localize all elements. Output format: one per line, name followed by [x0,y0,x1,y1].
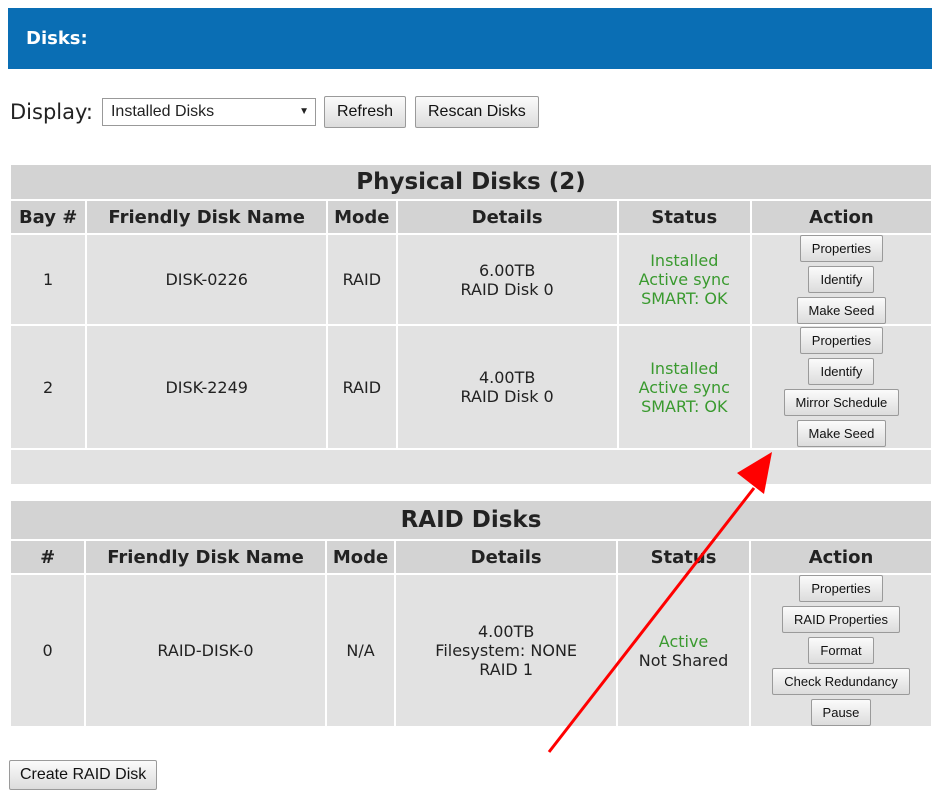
format-button[interactable]: Format [808,637,874,664]
raid-filesystem: Filesystem: NONE [435,641,578,660]
status-smart: SMART: OK [641,289,728,308]
display-select[interactable]: Installed Disks ▼ [101,98,316,126]
raid-details: 4.00TB Filesystem: NONE RAID 1 [396,575,617,726]
properties-button[interactable]: Properties [799,575,883,602]
check-redundancy-button[interactable]: Check Redundancy [772,668,910,695]
col-header-action: Action [750,541,931,573]
disk-actions: Properties Identify Mirror Schedule Make… [751,326,931,448]
disk-details: 4.00TB RAID Disk 0 [397,326,617,448]
disk-name: DISK-2249 [87,326,327,448]
chevron-down-icon: ▼ [299,106,309,117]
spacer-cell [11,450,931,484]
bay-number: 2 [11,326,86,448]
col-header-name: Friendly Disk Name [86,541,325,573]
identify-button[interactable]: Identify [808,266,875,293]
col-header-mode: Mode [326,541,395,573]
col-header-status: Status [618,541,749,573]
disk-raid-member: RAID Disk 0 [460,387,554,406]
disk-actions: Properties Identify Make Seed [751,235,931,324]
table-row: 1 DISK-0226 RAID 6.00TB RAID Disk 0 Inst… [11,235,931,324]
disk-details: 6.00TB RAID Disk 0 [397,235,617,324]
disk-raid-member: RAID Disk 0 [460,279,554,299]
table-row: 0 RAID-DISK-0 N/A 4.00TB Filesystem: NON… [11,575,931,726]
raid-name: RAID-DISK-0 [86,575,325,726]
table-spacer [11,450,931,484]
rescan-disks-button[interactable]: Rescan Disks [415,96,539,128]
col-header-bay: Bay # [11,201,86,233]
page-header: Disks: [8,8,932,69]
disk-name: DISK-0226 [87,235,327,324]
disk-mode: RAID [328,235,396,324]
status-installed: Installed [650,358,719,378]
bay-number: 1 [11,235,86,324]
status-sync: Active sync [638,270,730,289]
identify-button[interactable]: Identify [808,358,875,385]
physical-disks-table: Physical Disks (2) Bay # Friendly Disk N… [9,163,932,486]
raid-disks-table: RAID Disks # Friendly Disk Name Mode Det… [9,499,932,728]
col-header-mode: Mode [328,201,396,233]
disk-status: Installed Active sync SMART: OK [618,326,750,448]
pause-button[interactable]: Pause [810,699,872,726]
make-seed-button[interactable]: Make Seed [796,420,887,447]
status-installed: Installed [650,251,719,270]
col-header-action: Action [751,201,931,233]
col-header-status: Status [618,201,750,233]
raid-status: Active Not Shared [618,575,749,726]
refresh-button[interactable]: Refresh [323,96,406,128]
make-seed-button[interactable]: Make Seed [796,297,887,324]
col-header-name: Friendly Disk Name [87,201,327,233]
raid-actions: Properties RAID Properties Format Check … [750,575,931,726]
col-header-number: # [11,541,85,573]
col-header-details: Details [396,541,617,573]
mirror-schedule-button[interactable]: Mirror Schedule [783,389,900,416]
table-row: 2 DISK-2249 RAID 4.00TB RAID Disk 0 Inst… [11,326,931,448]
raid-capacity: 4.00TB [477,622,535,641]
disk-mode: RAID [328,326,396,448]
page-title: Disks: [26,28,88,49]
raid-disks-caption: RAID Disks [11,501,931,539]
raid-properties-button[interactable]: RAID Properties [782,606,900,633]
properties-button[interactable]: Properties [799,235,884,262]
disk-capacity: 4.00TB [478,368,536,387]
status-shared: Not Shared [638,650,729,670]
properties-button[interactable]: Properties [799,327,884,354]
status-sync: Active sync [638,377,730,397]
disk-status: Installed Active sync SMART: OK [618,235,750,324]
raid-level: RAID 1 [479,660,534,679]
display-label: Display: [10,100,93,124]
raid-mode: N/A [326,575,395,726]
display-select-value: Installed Disks [110,103,215,120]
create-raid-disk-button[interactable]: Create RAID Disk [9,760,158,790]
status-smart: SMART: OK [641,396,728,416]
status-active: Active [658,631,709,651]
physical-disks-caption: Physical Disks (2) [11,165,931,199]
display-toolbar: Display: Installed Disks ▼ Refresh Resca… [10,96,539,128]
raid-number: 0 [11,575,85,726]
col-header-details: Details [397,201,617,233]
disk-capacity: 6.00TB [478,260,536,280]
